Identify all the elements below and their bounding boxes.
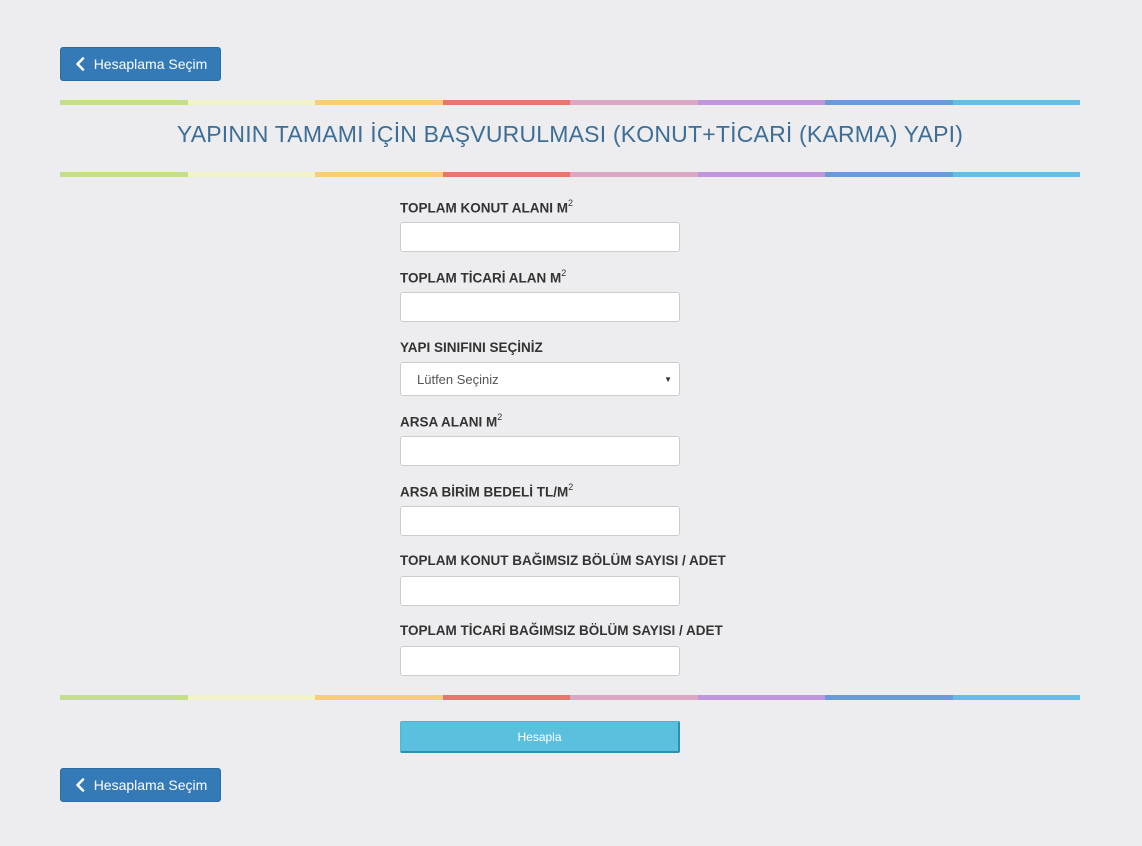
rainbow-segment [442, 695, 570, 700]
rainbow-segment [825, 695, 953, 700]
rainbow-segment [442, 100, 570, 105]
rainbow-segment [187, 100, 315, 105]
back-to-selection-button-top[interactable]: Hesaplama Seçim [60, 47, 221, 81]
rainbow-segment [825, 100, 953, 105]
rainbow-segment [315, 172, 443, 177]
chevron-left-icon [74, 778, 86, 792]
rainbow-segment [952, 172, 1080, 177]
back-button-label: Hesaplama Seçim [93, 777, 208, 793]
yapi-sinifi-select[interactable]: Lütfen Seçiniz ▼ [400, 362, 680, 396]
arsa-alani-label: ARSA ALANI M2 [400, 412, 503, 430]
rainbow-segment [697, 172, 825, 177]
ticari-alan-label: TOPLAM TİCARİ ALAN M2 [400, 268, 567, 286]
back-button-label: Hesaplama Seçim [93, 56, 208, 72]
back-to-selection-button-bottom[interactable]: Hesaplama Seçim [60, 768, 221, 802]
konut-bolum-sayisi-label: TOPLAM KONUT BAĞIMSIZ BÖLÜM SAYISI / ADE… [400, 553, 726, 568]
arsa-birim-bedeli-label: ARSA BİRİM BEDELİ TL/M2 [400, 482, 574, 500]
rainbow-segment [825, 172, 953, 177]
konut-alani-label: TOPLAM KONUT ALANI M2 [400, 198, 574, 216]
rainbow-segment [315, 100, 443, 105]
rainbow-segment [697, 100, 825, 105]
ticari-alan-input[interactable] [400, 292, 680, 322]
rainbow-segment [442, 172, 570, 177]
konut-bolum-sayisi-input[interactable] [400, 576, 680, 606]
rainbow-segment [570, 100, 698, 105]
page-title: YAPININ TAMAMI İÇİN BAŞVURULMASI (KONUT+… [176, 121, 964, 147]
arsa-alani-input[interactable] [400, 436, 680, 466]
rainbow-segment [952, 695, 1080, 700]
yapi-sinifi-label: YAPI SINIFINI SEÇİNİZ [400, 340, 543, 355]
rainbow-segment [187, 695, 315, 700]
rainbow-segment [315, 695, 443, 700]
konut-alani-input[interactable] [400, 222, 680, 252]
arsa-birim-bedeli-input[interactable] [400, 506, 680, 536]
rainbow-segment [952, 100, 1080, 105]
ticari-bolum-sayisi-label: TOPLAM TİCARİ BAĞIMSIZ BÖLÜM SAYISI / AD… [400, 623, 723, 638]
rainbow-divider-title [60, 172, 1080, 177]
yapi-sinifi-selected: Lütfen Seçiniz [417, 371, 499, 387]
dropdown-caret-icon: ▼ [664, 375, 672, 384]
rainbow-divider-bottom [60, 695, 1080, 700]
hesapla-button[interactable]: Hesapla [400, 721, 680, 753]
rainbow-segment [60, 695, 188, 700]
rainbow-segment [570, 172, 698, 177]
rainbow-segment [570, 695, 698, 700]
rainbow-segment [187, 172, 315, 177]
rainbow-segment [60, 172, 188, 177]
ticari-bolum-sayisi-input[interactable] [400, 646, 680, 676]
rainbow-segment [697, 695, 825, 700]
rainbow-segment [60, 100, 188, 105]
chevron-left-icon [74, 57, 86, 71]
rainbow-divider-top [60, 100, 1080, 105]
